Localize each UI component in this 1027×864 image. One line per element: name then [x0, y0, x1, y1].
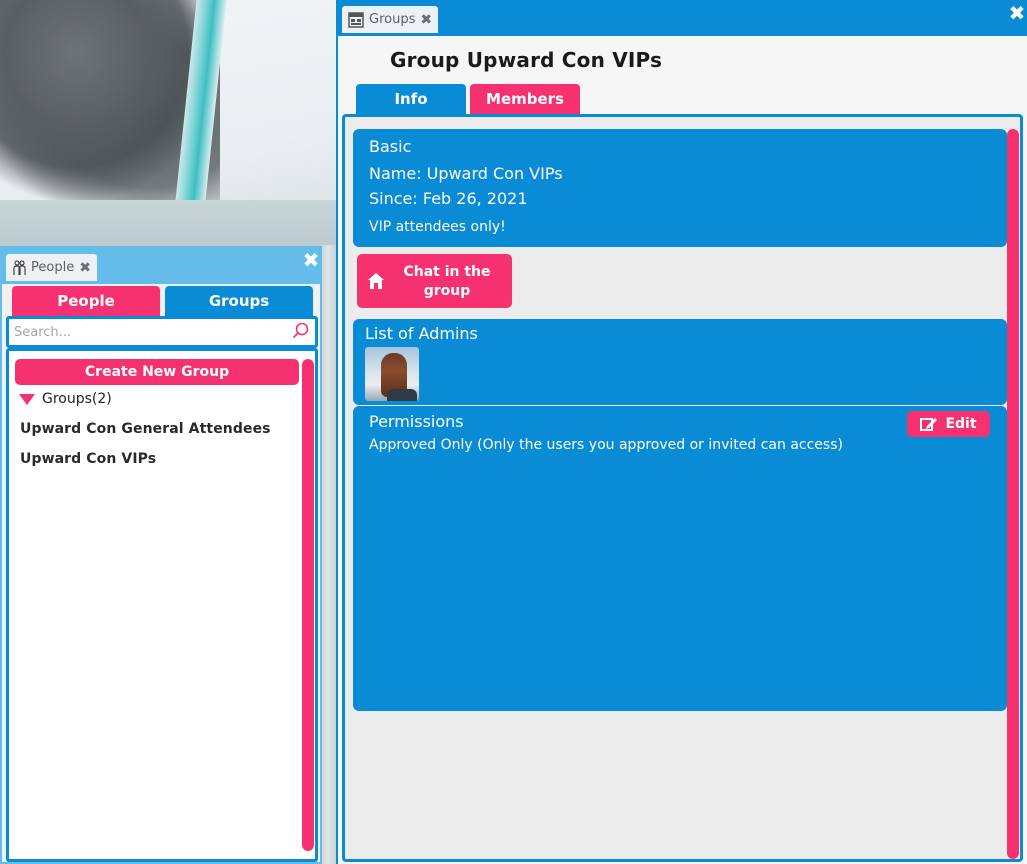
close-tab-icon[interactable]: ✖	[79, 260, 91, 276]
groups-folder-header[interactable]: Groups(2)	[19, 391, 112, 407]
people-titlebar[interactable]: People ✖ ✖	[2, 246, 320, 284]
search-input[interactable]	[14, 322, 284, 342]
search-box	[6, 316, 318, 348]
people-window: People ✖ ✖ People Groups Create New Grou…	[0, 246, 322, 864]
close-tab-icon[interactable]: ✖	[420, 12, 432, 28]
permissions-description: Approved Only (Only the users you approv…	[369, 437, 843, 453]
edit-label: Edit	[945, 416, 977, 432]
groups-window: Groups ✖ ✖ Group Upward Con VIPs Info Me…	[336, 0, 1027, 864]
tab-people[interactable]: People	[12, 286, 160, 316]
tab-groups[interactable]: Groups	[165, 286, 313, 316]
search-icon[interactable]	[292, 322, 310, 340]
basic-heading: Basic	[369, 137, 412, 156]
admin-avatar[interactable]	[365, 347, 419, 401]
group-info-panel: Basic Name: Upward Con VIPs Since: Feb 2…	[342, 114, 1023, 862]
groups-list-scrollbar[interactable]	[302, 359, 314, 851]
groups-folder-label: Groups(2)	[42, 391, 112, 407]
tab-members[interactable]: Members	[470, 84, 580, 114]
groups-window-tab[interactable]: Groups ✖	[342, 6, 439, 33]
people-window-tab[interactable]: People ✖	[6, 254, 97, 281]
chat-in-group-button[interactable]: Chat in the group	[357, 254, 512, 308]
permissions-card: Permissions Approved Only (Only the user…	[353, 406, 1007, 711]
close-icon[interactable]: ✖	[1008, 3, 1026, 23]
tab-info[interactable]: Info	[356, 84, 466, 114]
background-sign	[311, 168, 339, 220]
chat-in-group-label: Chat in the group	[403, 264, 491, 299]
people-icon	[13, 259, 26, 275]
group-description: VIP attendees only!	[369, 219, 506, 235]
admins-card: List of Admins	[353, 319, 1007, 405]
groups-scrollbar[interactable]	[1007, 129, 1019, 859]
groups-window-icon	[348, 11, 364, 28]
home-icon	[368, 273, 384, 289]
group-since: Since: Feb 26, 2021	[369, 189, 528, 208]
groups-list: Create New Group Groups(2) Upward Con Ge…	[6, 348, 318, 862]
list-item[interactable]: Upward Con VIPs	[20, 451, 156, 467]
groups-window-tab-label: Groups	[369, 12, 416, 27]
groups-titlebar[interactable]: Groups ✖ ✖	[338, 0, 1027, 36]
permissions-heading: Permissions	[369, 412, 464, 431]
close-icon[interactable]: ✖	[302, 250, 320, 270]
group-name: Name: Upward Con VIPs	[369, 164, 563, 183]
avatar-body	[387, 389, 417, 401]
edit-permissions-button[interactable]: Edit	[907, 411, 990, 437]
page-title: Group Upward Con VIPs	[390, 48, 663, 72]
people-window-tab-label: People	[31, 260, 75, 275]
collapse-triangle-icon	[19, 393, 35, 405]
admins-heading: List of Admins	[365, 324, 478, 343]
edit-icon	[920, 418, 938, 431]
create-new-group-button[interactable]: Create New Group	[15, 359, 299, 385]
basic-card: Basic Name: Upward Con VIPs Since: Feb 2…	[353, 129, 1007, 247]
list-item[interactable]: Upward Con General Attendees	[20, 421, 271, 437]
